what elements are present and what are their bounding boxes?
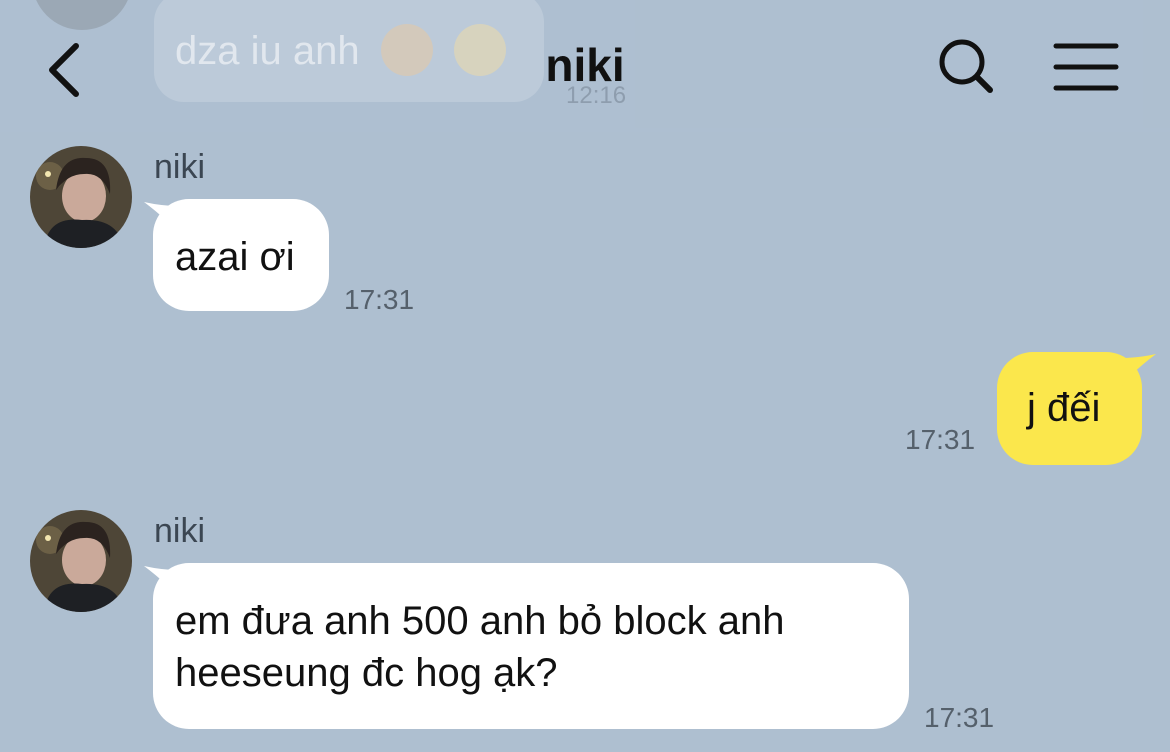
sender-avatar[interactable]	[30, 510, 132, 612]
search-icon	[939, 39, 993, 93]
message-time: 17:31	[344, 284, 415, 315]
message-time: 17:31	[905, 424, 976, 455]
message-text: j đếi	[1027, 386, 1101, 430]
message-time: 17:31	[924, 702, 995, 733]
message-text: azai ơi	[175, 235, 295, 279]
hamburger-menu-icon	[1053, 43, 1119, 91]
sender-avatar[interactable]	[30, 146, 132, 248]
sender-name: niki	[154, 512, 206, 550]
menu-button[interactable]	[1052, 40, 1122, 96]
avatar-image	[30, 510, 132, 612]
message-bubble-incoming[interactable]: em đưa anh 500 anh bỏ block anh heeseung…	[153, 563, 909, 729]
bubble-tail	[1122, 354, 1156, 386]
sender-name: niki	[154, 148, 206, 186]
search-button[interactable]	[932, 34, 1002, 104]
avatar-image	[30, 146, 132, 248]
message-text-line: heeseung đc hog ạk?	[175, 651, 558, 695]
message-text-line: em đưa anh 500 anh bỏ block anh	[175, 599, 785, 643]
message-bubble-incoming[interactable]: azai ơi	[153, 199, 329, 311]
